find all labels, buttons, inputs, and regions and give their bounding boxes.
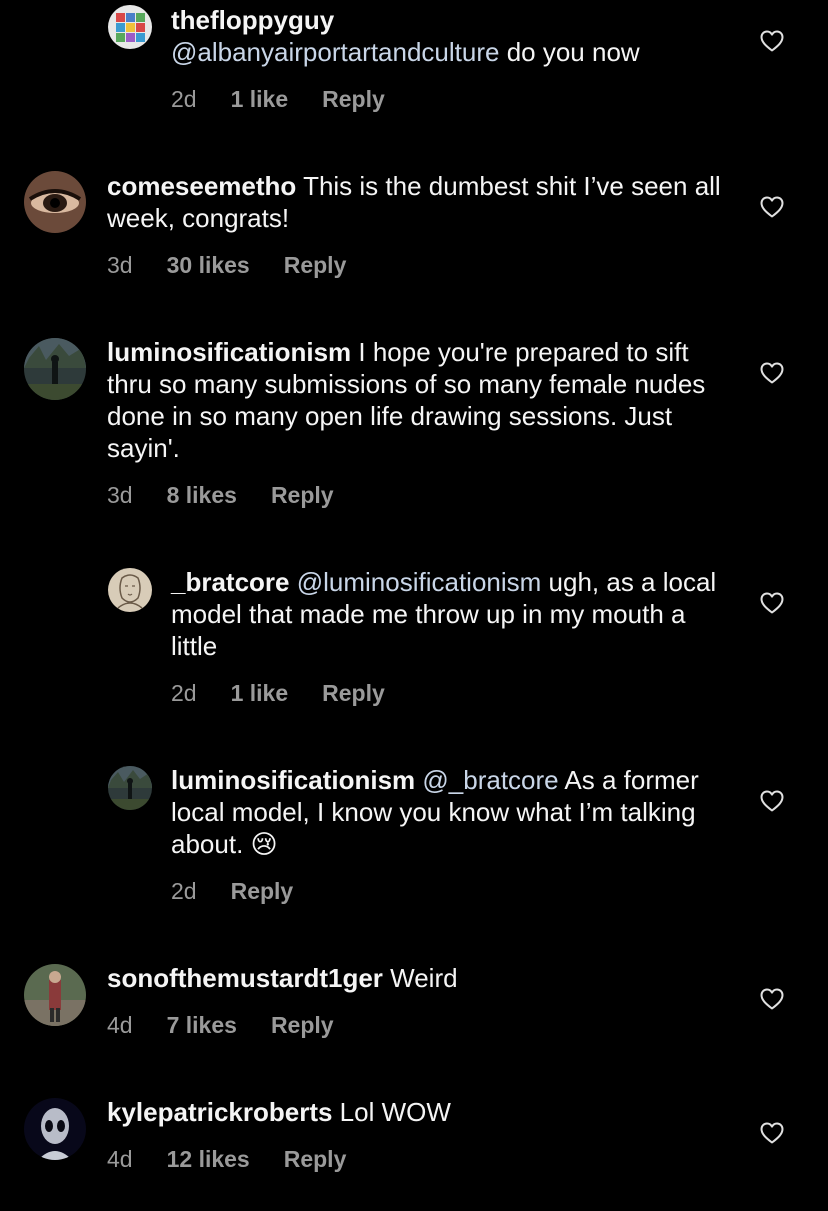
comment-meta: 2d Reply [171,877,293,905]
comment-meta: 2d 1 like Reply [171,85,385,113]
comment-username[interactable]: sonofthemustardt1ger [107,963,383,993]
heart-icon[interactable] [760,592,784,614]
heart-icon[interactable] [760,988,784,1010]
comment-item: thefloppyguy @albanyairportartandculture… [0,0,828,130]
comment-username[interactable]: _bratcore [171,567,290,597]
avatar-luminosificationism[interactable] [24,338,86,400]
comment-text: sonofthemustardt1ger Weird [107,962,727,994]
comment-likes[interactable]: 30 likes [167,251,250,279]
reply-button[interactable]: Reply [284,1145,347,1173]
comment-body: do you now [499,37,640,67]
comment-likes[interactable]: 1 like [231,85,289,113]
crying-emoji: 😢 [250,829,278,859]
reply-button[interactable]: Reply [322,679,385,707]
comment-mention[interactable]: @albanyairportartandculture [171,37,499,67]
comment-time: 4d [107,1012,133,1038]
comment-body: Weird [382,963,458,993]
avatar-sonofthemustardt1ger[interactable] [24,964,86,1026]
reply-button[interactable]: Reply [231,877,294,905]
comment-meta: 2d 1 like Reply [171,679,385,707]
comment-mention[interactable]: @_bratcore [422,765,558,795]
comment-username[interactable]: luminosificationism [171,765,415,795]
comment-text: comeseemetho This is the dumbest shit I’… [107,170,727,234]
heart-icon[interactable] [760,196,784,218]
comment-meta: 4d 7 likes Reply [107,1011,334,1039]
heart-icon[interactable] [760,362,784,384]
comment-likes[interactable]: 8 likes [167,481,237,509]
avatar-comeseemetho[interactable] [24,171,86,233]
avatar-bratcore[interactable] [108,568,152,612]
comment-body: Lol WOW [332,1097,451,1127]
comment-text: thefloppyguy @albanyairportartandculture… [171,4,731,68]
comment-text: luminosificationism @_bratcore As a form… [171,764,731,860]
comment-item: sonofthemustardt1ger Weird 4d 7 likes Repl… [0,946,828,1056]
comment-time: 3d [107,252,133,278]
comment-time: 2d [171,878,197,904]
reply-button[interactable]: Reply [271,1011,334,1039]
comment-meta: 3d 8 likes Reply [107,481,334,509]
comment-item: _bratcore @luminosificationism ugh, as a… [0,550,828,720]
comment-item: kylepatrickroberts Lol WOW 4d 12 likes Rep… [0,1080,828,1190]
heart-icon[interactable] [760,1122,784,1144]
heart-icon[interactable] [760,790,784,812]
comment-text: kylepatrickroberts Lol WOW [107,1096,727,1128]
reply-button[interactable]: Reply [271,481,334,509]
reply-button[interactable]: Reply [284,251,347,279]
comment-time: 2d [171,86,197,112]
comment-username[interactable]: thefloppyguy [171,5,334,35]
avatar-kylepatrickroberts[interactable] [24,1098,86,1160]
avatar-thefloppyguy[interactable] [108,5,152,49]
comment-username[interactable]: comeseemetho [107,171,296,201]
comment-likes[interactable]: 1 like [231,679,289,707]
comment-text: luminosificationism I hope you're prepar… [107,336,727,464]
comment-meta: 3d 30 likes Reply [107,251,346,279]
comment-likes[interactable]: 7 likes [167,1011,237,1039]
comment-time: 3d [107,482,133,508]
comment-username[interactable]: luminosificationism [107,337,351,367]
avatar-luminosificationism[interactable] [108,766,152,810]
heart-icon[interactable] [760,30,784,52]
comment-time: 2d [171,680,197,706]
comment-item: luminosificationism I hope you're prepar… [0,320,828,520]
comment-username[interactable]: kylepatrickroberts [107,1097,332,1127]
comment-meta: 4d 12 likes Reply [107,1145,346,1173]
comment-item: luminosificationism @_bratcore As a form… [0,748,828,918]
reply-button[interactable]: Reply [322,85,385,113]
comment-mention[interactable]: @luminosificationism [297,567,542,597]
comment-time: 4d [107,1146,133,1172]
comment-item: comeseemetho This is the dumbest shit I’… [0,150,828,290]
comment-likes[interactable]: 12 likes [167,1145,250,1173]
comment-text: _bratcore @luminosificationism ugh, as a… [171,566,731,662]
